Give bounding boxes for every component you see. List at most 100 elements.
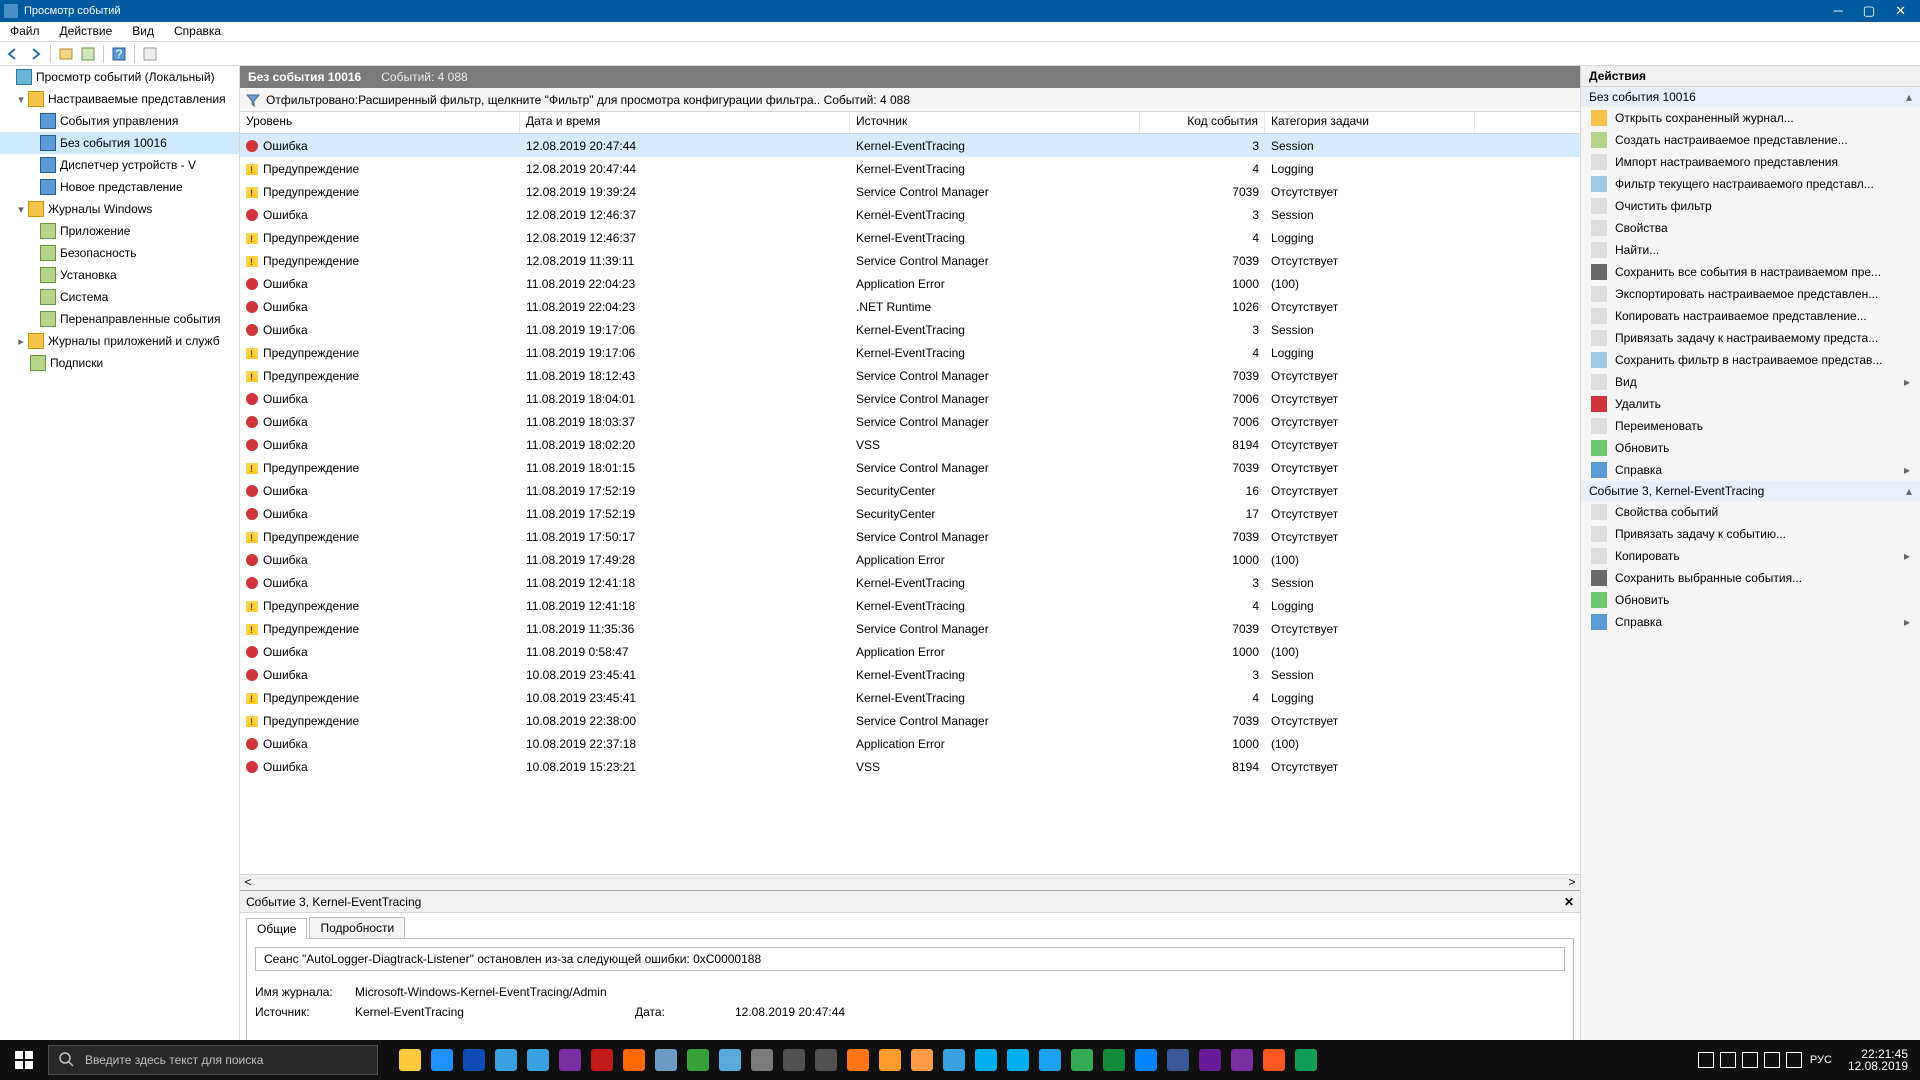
- action-copy[interactable]: Копировать настраиваемое представление..…: [1581, 305, 1920, 327]
- event-row[interactable]: Предупреждение12.08.2019 19:39:24Service…: [240, 180, 1580, 203]
- taskbar-app-icon[interactable]: [1290, 1040, 1322, 1080]
- horizontal-scrollbar[interactable]: < >: [240, 874, 1580, 890]
- taskbar-app-icon[interactable]: [1162, 1040, 1194, 1080]
- taskbar-app-icon[interactable]: [1258, 1040, 1290, 1080]
- taskbar-app-icon[interactable]: [714, 1040, 746, 1080]
- taskbar-app-icon[interactable]: [618, 1040, 650, 1080]
- systray-icon[interactable]: [1764, 1052, 1780, 1068]
- event-row[interactable]: Ошибка11.08.2019 12:41:18Kernel-EventTra…: [240, 571, 1580, 594]
- taskbar-app-icon[interactable]: [394, 1040, 426, 1080]
- action-view[interactable]: Вид▸: [1581, 371, 1920, 393]
- taskbar-app-icon[interactable]: [426, 1040, 458, 1080]
- action-refresh[interactable]: Обновить: [1581, 437, 1920, 459]
- event-row[interactable]: Ошибка11.08.2019 18:03:37Service Control…: [240, 410, 1580, 433]
- menu-view[interactable]: Вид: [122, 22, 164, 41]
- action-savefilter[interactable]: Сохранить фильтр в настраиваемое предста…: [1581, 349, 1920, 371]
- taskbar-app-icon[interactable]: [522, 1040, 554, 1080]
- action-save[interactable]: Сохранить выбранные события...: [1581, 567, 1920, 589]
- menu-file[interactable]: Файл: [0, 22, 50, 41]
- toolbar-btn-2[interactable]: [79, 45, 97, 63]
- taskbar-app-icon[interactable]: [554, 1040, 586, 1080]
- expander-icon[interactable]: ▸: [14, 335, 28, 348]
- toolbar-help-button[interactable]: ?: [110, 45, 128, 63]
- event-row[interactable]: Ошибка10.08.2019 22:37:18Application Err…: [240, 732, 1580, 755]
- lang-indicator[interactable]: РУС: [1810, 1054, 1832, 1066]
- taskbar-app-icon[interactable]: [842, 1040, 874, 1080]
- tree-log-application[interactable]: Приложение: [0, 220, 239, 242]
- event-row[interactable]: Ошибка12.08.2019 20:47:44Kernel-EventTra…: [240, 134, 1580, 157]
- taskbar-app-icon[interactable]: [1066, 1040, 1098, 1080]
- event-row[interactable]: Предупреждение12.08.2019 20:47:44Kernel-…: [240, 157, 1580, 180]
- event-row[interactable]: Ошибка11.08.2019 17:49:28Application Err…: [240, 548, 1580, 571]
- action-export[interactable]: Экспортировать настраиваемое представлен…: [1581, 283, 1920, 305]
- action-attach[interactable]: Привязать задачу к настраиваемому предст…: [1581, 327, 1920, 349]
- scroll-left-icon[interactable]: <: [240, 875, 256, 890]
- scroll-right-icon[interactable]: >: [1564, 875, 1580, 890]
- tree-item-device-manager[interactable]: Диспетчер устройств - V: [0, 154, 239, 176]
- event-row[interactable]: Предупреждение11.08.2019 18:01:15Service…: [240, 456, 1580, 479]
- event-row[interactable]: Ошибка11.08.2019 19:17:06Kernel-EventTra…: [240, 318, 1580, 341]
- action-refresh[interactable]: Обновить: [1581, 589, 1920, 611]
- nav-back-button[interactable]: [4, 45, 22, 63]
- taskbar-app-icon[interactable]: [810, 1040, 842, 1080]
- col-source[interactable]: Источник: [850, 112, 1140, 133]
- action-open[interactable]: Открыть сохраненный журнал...: [1581, 107, 1920, 129]
- taskbar-app-icon[interactable]: [1002, 1040, 1034, 1080]
- collapse-icon[interactable]: ▴: [1906, 90, 1912, 104]
- expander-icon[interactable]: ▾: [14, 203, 28, 216]
- action-props[interactable]: Свойства: [1581, 217, 1920, 239]
- minimize-button[interactable]: ─: [1834, 0, 1843, 22]
- taskbar-app-icon[interactable]: [1098, 1040, 1130, 1080]
- taskbar-app-icon[interactable]: [650, 1040, 682, 1080]
- detail-body[interactable]: Сеанс "AutoLogger-Diagtrack-Listener" ос…: [246, 938, 1574, 1054]
- taskbar-app-icon[interactable]: [1226, 1040, 1258, 1080]
- event-row[interactable]: Предупреждение11.08.2019 12:41:18Kernel-…: [240, 594, 1580, 617]
- tab-details[interactable]: Подробности: [309, 917, 405, 938]
- action-rename[interactable]: Переименовать: [1581, 415, 1920, 437]
- event-row[interactable]: Предупреждение11.08.2019 17:50:17Service…: [240, 525, 1580, 548]
- event-row[interactable]: Ошибка10.08.2019 23:45:41Kernel-EventTra…: [240, 663, 1580, 686]
- tree-log-forwarded[interactable]: Перенаправленные события: [0, 308, 239, 330]
- tree-item-admin-events[interactable]: События управления: [0, 110, 239, 132]
- taskbar-app-icon[interactable]: [586, 1040, 618, 1080]
- menu-action[interactable]: Действие: [50, 22, 123, 41]
- tree-log-security[interactable]: Безопасность: [0, 242, 239, 264]
- action-clear[interactable]: Очистить фильтр: [1581, 195, 1920, 217]
- col-code[interactable]: Код события: [1140, 112, 1265, 133]
- tree-custom-views[interactable]: ▾ Настраиваемые представления: [0, 88, 239, 110]
- action-import[interactable]: Импорт настраиваемого представления: [1581, 151, 1920, 173]
- event-row[interactable]: Предупреждение11.08.2019 11:35:36Service…: [240, 617, 1580, 640]
- taskbar-app-icon[interactable]: [1034, 1040, 1066, 1080]
- toolbar-btn-1[interactable]: [57, 45, 75, 63]
- menu-help[interactable]: Справка: [164, 22, 231, 41]
- detail-close-button[interactable]: ✕: [1564, 895, 1574, 909]
- event-row[interactable]: Ошибка11.08.2019 18:02:20VSS8194Отсутств…: [240, 433, 1580, 456]
- event-row[interactable]: Ошибка11.08.2019 22:04:23.NET Runtime102…: [240, 295, 1580, 318]
- event-row[interactable]: Ошибка11.08.2019 0:58:47Application Erro…: [240, 640, 1580, 663]
- event-row[interactable]: Предупреждение10.08.2019 22:38:00Service…: [240, 709, 1580, 732]
- action-evtprops[interactable]: Свойства событий: [1581, 501, 1920, 523]
- systray-icon[interactable]: [1742, 1052, 1758, 1068]
- systray-icon[interactable]: [1698, 1052, 1714, 1068]
- taskbar-app-icon[interactable]: [1194, 1040, 1226, 1080]
- action-attach[interactable]: Привязать задачу к событию...: [1581, 523, 1920, 545]
- systray-icon[interactable]: [1786, 1052, 1802, 1068]
- maximize-button[interactable]: ▢: [1863, 0, 1875, 22]
- taskbar-app-icon[interactable]: [746, 1040, 778, 1080]
- action-help[interactable]: Справка▸: [1581, 611, 1920, 633]
- taskbar-app-icon[interactable]: [906, 1040, 938, 1080]
- event-row[interactable]: Ошибка11.08.2019 17:52:19SecurityCenter1…: [240, 479, 1580, 502]
- taskbar-app-icon[interactable]: [874, 1040, 906, 1080]
- event-row[interactable]: Ошибка10.08.2019 15:23:21VSS8194Отсутств…: [240, 755, 1580, 778]
- tree-root[interactable]: Просмотр событий (Локальный): [0, 66, 239, 88]
- tree-subscriptions[interactable]: Подписки: [0, 352, 239, 374]
- action-save[interactable]: Сохранить все события в настраиваемом пр…: [1581, 261, 1920, 283]
- action-create[interactable]: Создать настраиваемое представление...: [1581, 129, 1920, 151]
- col-datetime[interactable]: Дата и время: [520, 112, 850, 133]
- taskbar-app-icon[interactable]: [938, 1040, 970, 1080]
- tree-item-new-view[interactable]: Новое представление: [0, 176, 239, 198]
- taskbar-app-icon[interactable]: [1130, 1040, 1162, 1080]
- action-find[interactable]: Найти...: [1581, 239, 1920, 261]
- event-row[interactable]: Предупреждение11.08.2019 18:12:43Service…: [240, 364, 1580, 387]
- tree-log-setup[interactable]: Установка: [0, 264, 239, 286]
